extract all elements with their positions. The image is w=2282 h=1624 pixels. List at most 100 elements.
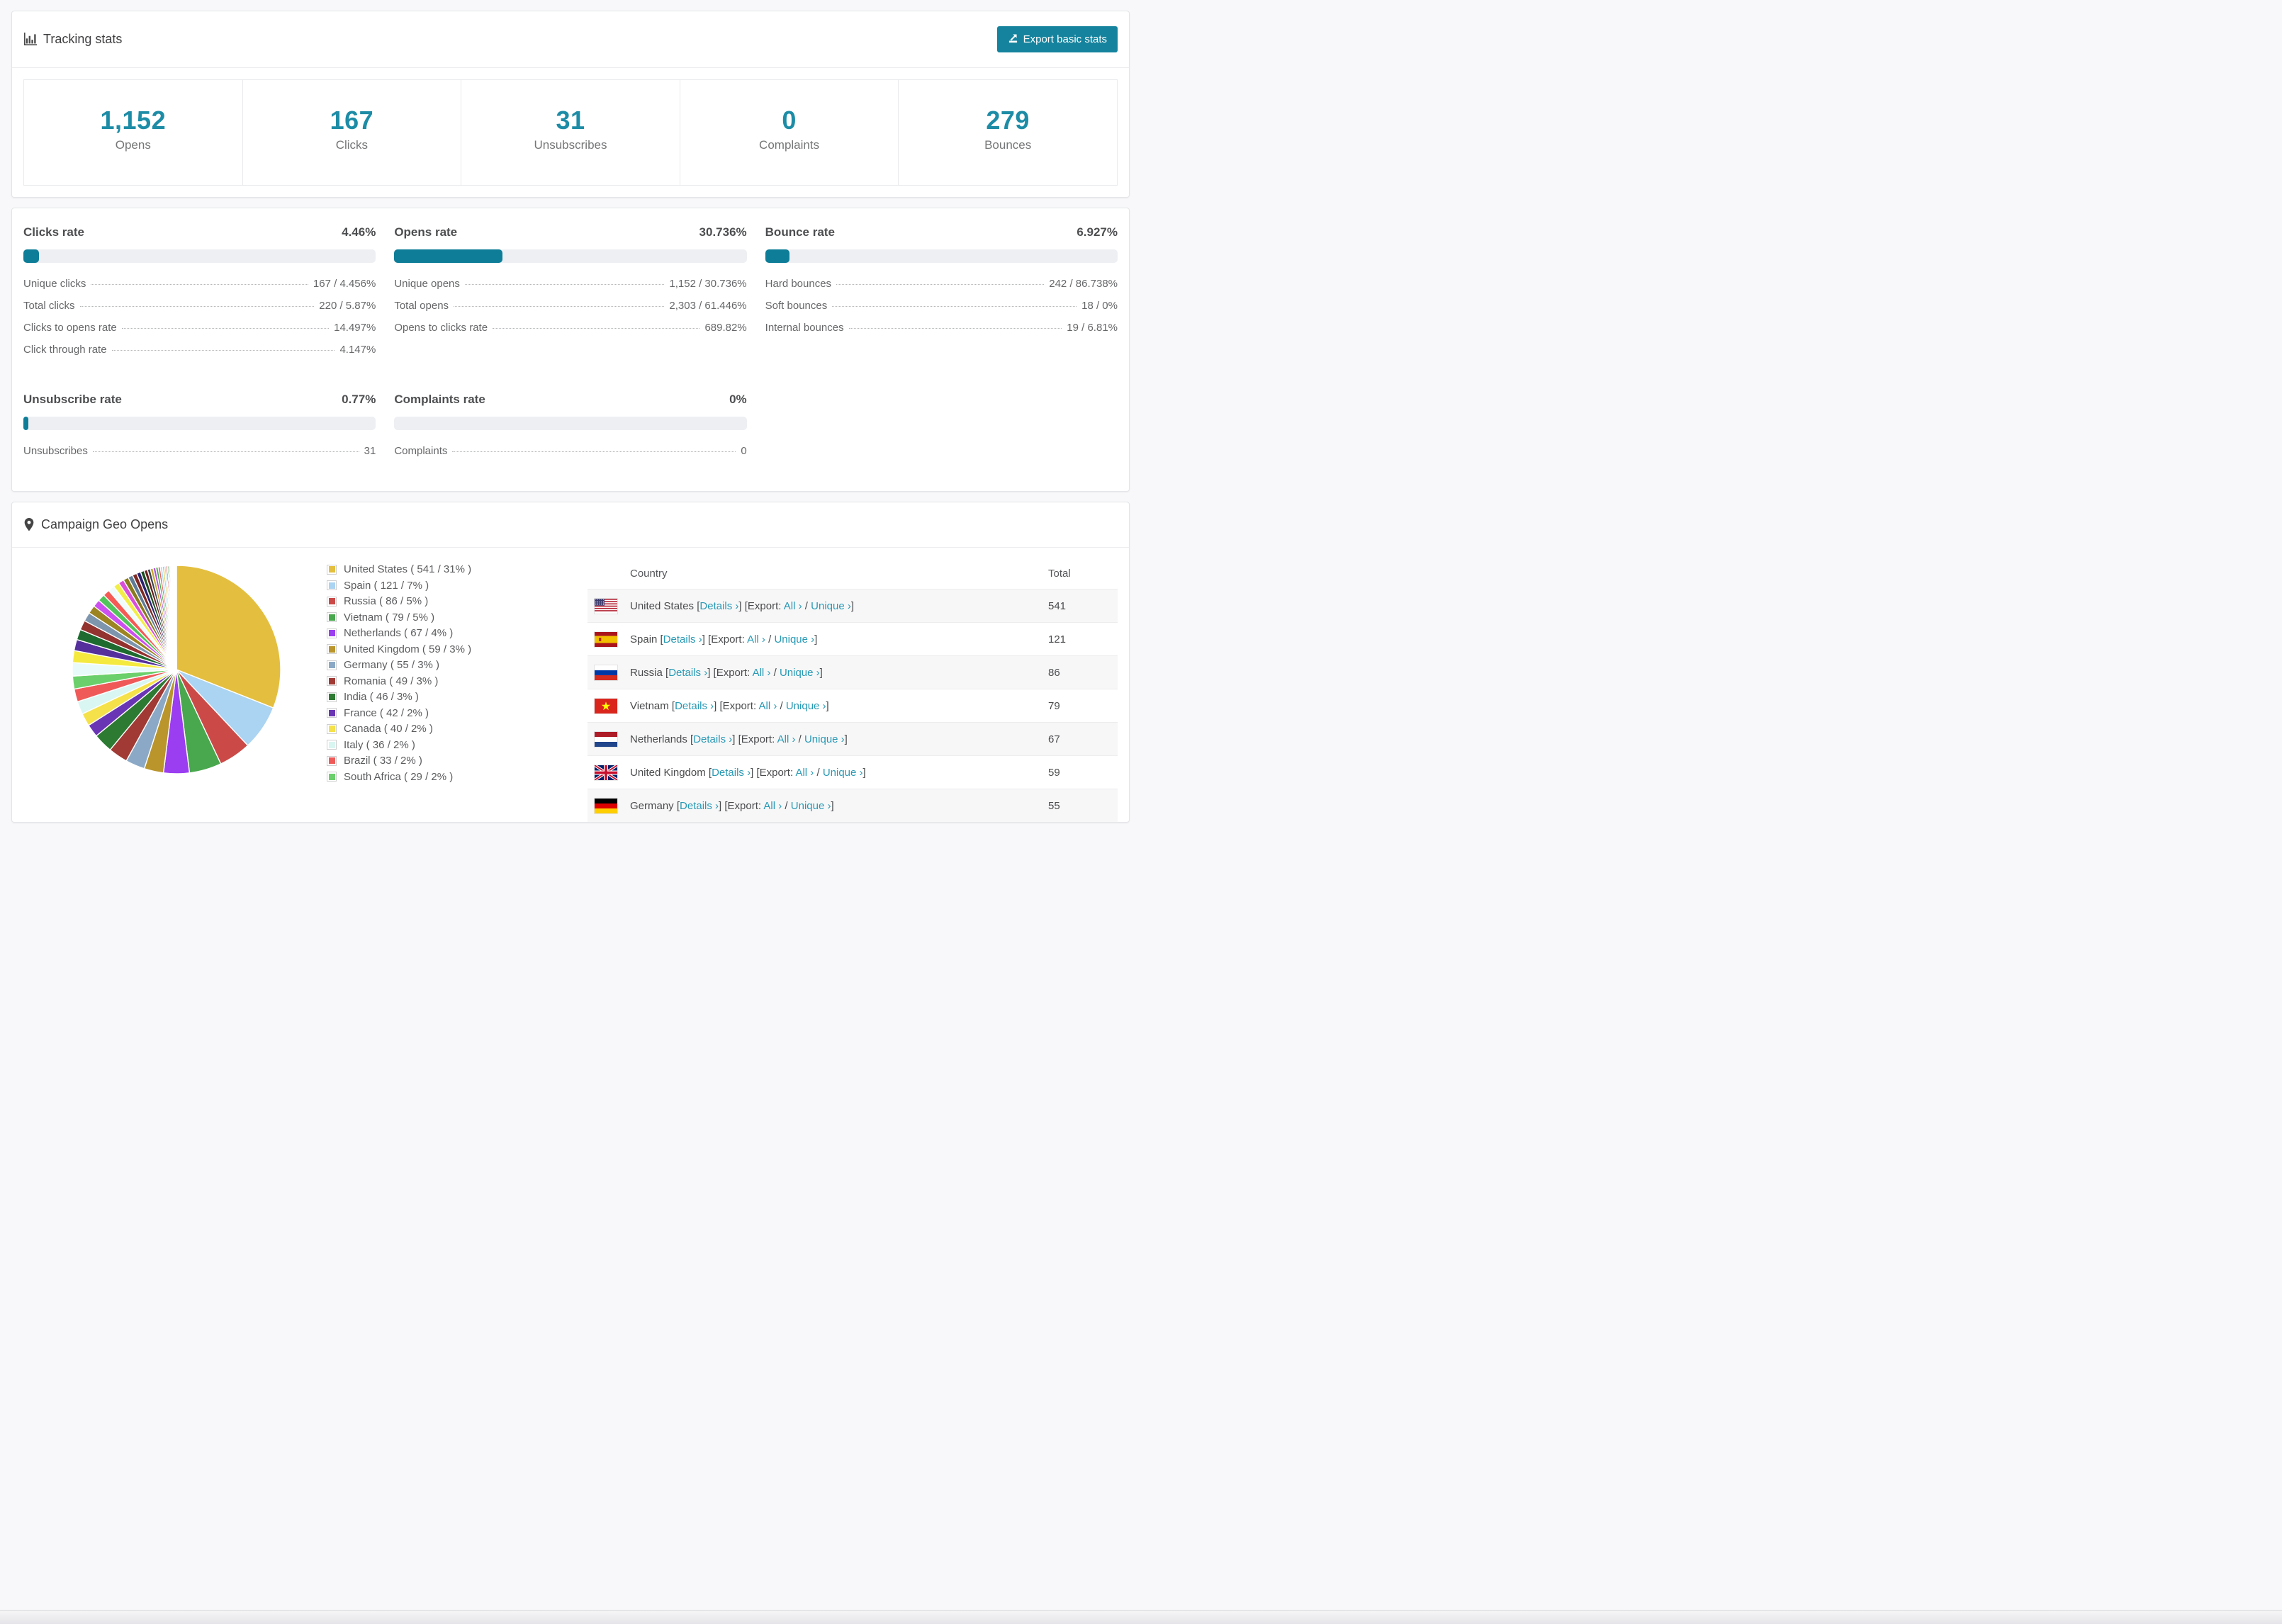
detail-value: 689.82% <box>704 322 747 334</box>
export-all-link[interactable]: All › <box>747 633 765 645</box>
column-total: Total <box>1048 567 1071 580</box>
rate-block: Clicks rate 4.46% Unique clicks 167 / 4.456… <box>23 225 376 366</box>
detail-value: 0 <box>741 445 747 457</box>
geo-opens-header: Campaign Geo Opens <box>12 502 1129 548</box>
rate-title: Unsubscribe rate <box>23 393 122 406</box>
details-link[interactable]: Details › <box>699 600 738 612</box>
tracking-stats-title-text: Tracking stats <box>43 32 123 46</box>
dotted-leader <box>91 284 308 285</box>
gb-flag-icon <box>595 765 617 780</box>
dotted-leader <box>92 451 359 452</box>
ru-flag-icon <box>595 665 617 680</box>
country-cell: Germany [Details ›] [Export: All › / Uni… <box>630 799 834 812</box>
export-unique-link[interactable]: Unique › <box>823 767 863 779</box>
legend-swatch <box>327 723 337 734</box>
rate-title: Complaints rate <box>394 393 485 406</box>
legend-label: Brazil ( 33 / 2% ) <box>344 755 422 767</box>
stat-value: 0 <box>782 106 797 135</box>
stat-label: Opens <box>115 138 151 152</box>
rate-detail-row: Unsubscribes 31 <box>23 445 376 457</box>
rate-detail-row: Clicks to opens rate 14.497% <box>23 322 376 334</box>
details-link[interactable]: Details › <box>680 800 719 812</box>
export-basic-stats-button[interactable]: Export basic stats <box>996 26 1118 52</box>
export-all-link[interactable]: All › <box>758 700 777 712</box>
export-all-link[interactable]: All › <box>784 600 802 612</box>
export-unique-link[interactable]: Unique › <box>791 800 831 812</box>
details-link[interactable]: Details › <box>663 633 702 645</box>
rate-progress-bar <box>23 249 376 263</box>
details-link[interactable]: Details › <box>675 700 714 712</box>
export-unique-link[interactable]: Unique › <box>780 667 820 679</box>
export-all-link[interactable]: All › <box>763 800 782 812</box>
export-all-link[interactable]: All › <box>795 767 814 779</box>
export-all-link[interactable]: All › <box>777 733 796 745</box>
rate-value: 4.46% <box>342 225 376 239</box>
dotted-leader <box>111 350 335 351</box>
legend-label: South Africa ( 29 / 2% ) <box>344 770 454 783</box>
country-cell: United Kingdom [Details ›] [Export: All … <box>630 766 866 779</box>
stat-label: Bounces <box>984 138 1032 152</box>
details-link[interactable]: Details › <box>668 667 707 679</box>
rates-grid: Clicks rate 4.46% Unique clicks 167 / 4.456… <box>12 208 1129 491</box>
tracking-stats-card: Tracking stats Export basic stats 1,152 O… <box>11 11 1130 198</box>
map-pin-icon <box>23 518 35 531</box>
rate-progress-bar <box>394 417 747 430</box>
legend-swatch <box>327 692 337 702</box>
rate-block: Bounce rate 6.927% Hard bounces 242 / 86.73… <box>765 225 1118 366</box>
export-unique-link[interactable]: Unique › <box>811 600 851 612</box>
export-unique-link[interactable]: Unique › <box>774 633 814 645</box>
detail-label: Opens to clicks rate <box>394 322 488 334</box>
geo-pie-chart <box>70 563 283 779</box>
legend-swatch <box>327 676 337 686</box>
detail-label: Unique opens <box>394 278 460 290</box>
export-button-label: Export basic stats <box>1023 33 1107 45</box>
export-unique-link[interactable]: Unique › <box>786 700 826 712</box>
total-cell: 67 <box>1048 733 1060 745</box>
stat-value: 31 <box>556 106 585 135</box>
geo-opens-card: Campaign Geo Opens United States ( 541 /… <box>11 502 1130 823</box>
column-country: Country <box>630 567 668 580</box>
detail-label: Total opens <box>394 300 449 312</box>
legend-swatch <box>327 580 337 590</box>
export-icon <box>1008 33 1018 46</box>
country-cell: United States [Details ›] [Export: All ›… <box>630 599 855 612</box>
rate-value: 6.927% <box>1077 225 1118 239</box>
legend-label: United States ( 541 / 31% ) <box>344 563 472 575</box>
legend-label: India ( 46 / 3% ) <box>344 691 419 703</box>
geo-table-row-ru: Russia [Details ›] [Export: All › / Uniq… <box>588 655 1118 689</box>
geo-opens-body: United States ( 541 / 31% ) Spain ( 121 /… <box>12 548 1129 822</box>
legend-label: Romania ( 49 / 3% ) <box>344 675 439 687</box>
details-link[interactable]: Details › <box>693 733 732 745</box>
geo-table-row-de: Germany [Details ›] [Export: All › / Uni… <box>588 789 1118 822</box>
export-unique-link[interactable]: Unique › <box>804 733 845 745</box>
legend-label: United Kingdom ( 59 / 3% ) <box>344 643 472 655</box>
legend-swatch <box>327 772 337 782</box>
total-cell: 541 <box>1048 599 1067 612</box>
rate-progress-bar <box>765 249 1118 263</box>
vn-flag-icon <box>595 698 617 714</box>
detail-label: Unique clicks <box>23 278 86 290</box>
country-cell: Spain [Details ›] [Export: All › / Uniqu… <box>630 633 818 645</box>
legend-swatch <box>327 596 337 607</box>
rate-title: Opens rate <box>394 225 458 239</box>
legend-label: Russia ( 86 / 5% ) <box>344 595 429 607</box>
detail-label: Total clicks <box>23 300 75 312</box>
detail-label: Soft bounces <box>765 300 828 312</box>
dotted-leader <box>452 451 736 452</box>
rate-detail-row: Total clicks 220 / 5.87% <box>23 300 376 312</box>
stat-label: Complaints <box>759 138 820 152</box>
rate-detail-row: Unique clicks 167 / 4.456% <box>23 278 376 290</box>
dotted-leader <box>848 328 1062 329</box>
rate-detail-row: Opens to clicks rate 689.82% <box>394 322 746 334</box>
detail-label: Complaints <box>394 445 448 457</box>
geo-table-header: Country Total <box>588 558 1118 589</box>
details-link[interactable]: Details › <box>712 767 751 779</box>
rate-detail-row: Hard bounces 242 / 86.738% <box>765 278 1118 290</box>
bottom-scroll-band[interactable] <box>0 1610 2282 1624</box>
detail-value: 18 / 0% <box>1081 300 1118 312</box>
rate-detail-row: Click through rate 4.147% <box>23 344 376 356</box>
country-cell: Russia [Details ›] [Export: All › / Uniq… <box>630 666 823 679</box>
detail-label: Click through rate <box>23 344 107 356</box>
detail-value: 242 / 86.738% <box>1049 278 1118 290</box>
export-all-link[interactable]: All › <box>753 667 771 679</box>
